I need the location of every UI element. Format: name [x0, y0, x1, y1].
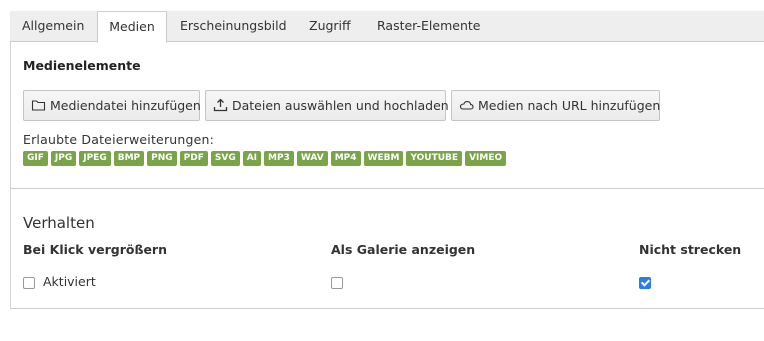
click-enlarge-option-label[interactable]: Aktiviert [43, 274, 96, 289]
extension-badge: WAV [296, 151, 328, 166]
add-media-by-url-button[interactable]: Medien nach URL hinzufügen [451, 90, 660, 121]
behavior-section-title: Verhalten [23, 214, 95, 232]
section-divider [11, 188, 764, 189]
extension-badge: PDF [179, 151, 208, 166]
upload-files-button[interactable]: Dateien auswählen und hochladen [205, 90, 449, 121]
gallery-label: Als Galerie anzeigen [331, 242, 476, 257]
extension-badge: MP4 [330, 151, 361, 166]
tab-allgemein[interactable]: Allgemein [22, 11, 84, 42]
extension-badge: MP3 [264, 151, 294, 166]
extension-badge: VIMEO [465, 151, 507, 166]
tab-raster-elemente[interactable]: Raster-Elemente [377, 11, 480, 42]
upload-files-label: Dateien auswählen und hochladen [232, 98, 449, 113]
extension-badge: AI [242, 151, 262, 166]
add-media-by-url-label: Medien nach URL hinzufügen [478, 98, 661, 113]
media-section-title: Medienelemente [23, 58, 141, 73]
extension-badge: WEBM [363, 151, 404, 166]
extension-badge: JPG [50, 151, 77, 166]
allowed-extensions-label: Erlaubte Dateierweiterungen: [23, 132, 215, 147]
gallery-checkbox[interactable] [331, 277, 343, 289]
add-media-file-label: Mediendatei hinzufügen [50, 98, 201, 113]
add-media-file-button[interactable]: Mediendatei hinzufügen [23, 90, 201, 121]
extension-badge: YOUTUBE [406, 151, 463, 166]
folder-icon [31, 100, 46, 111]
no-stretch-label: Nicht strecken [639, 242, 742, 257]
content-element-editor: Allgemein Medien Erscheinungsbild Zugrif… [10, 11, 764, 309]
tab-medien[interactable]: Medien [97, 11, 167, 43]
cloud-icon [459, 101, 474, 110]
click-enlarge-checkbox[interactable] [23, 277, 35, 289]
tab-panel-medien: Medienelemente Mediendatei hinzufügen Da… [10, 42, 764, 309]
tab-bar: Allgemein Medien Erscheinungsbild Zugrif… [10, 11, 764, 43]
click-enlarge-label: Bei Klick vergrößern [23, 242, 167, 257]
extension-badge: GIF [23, 151, 48, 166]
tab-zugriff[interactable]: Zugriff [309, 11, 351, 42]
extension-badge: BMP [113, 151, 145, 166]
upload-icon [213, 98, 228, 112]
extension-badge: JPEG [79, 151, 111, 166]
no-stretch-checkbox[interactable] [639, 277, 651, 289]
extension-badges: GIF JPG JPEG BMP PNG PDF SVG AI MP3 WAV MP4 WEBM YOU… [23, 151, 509, 166]
extension-badge: SVG [210, 151, 240, 166]
tab-erscheinungsbild[interactable]: Erscheinungsbild [180, 11, 287, 42]
extension-badge: PNG [147, 151, 177, 166]
